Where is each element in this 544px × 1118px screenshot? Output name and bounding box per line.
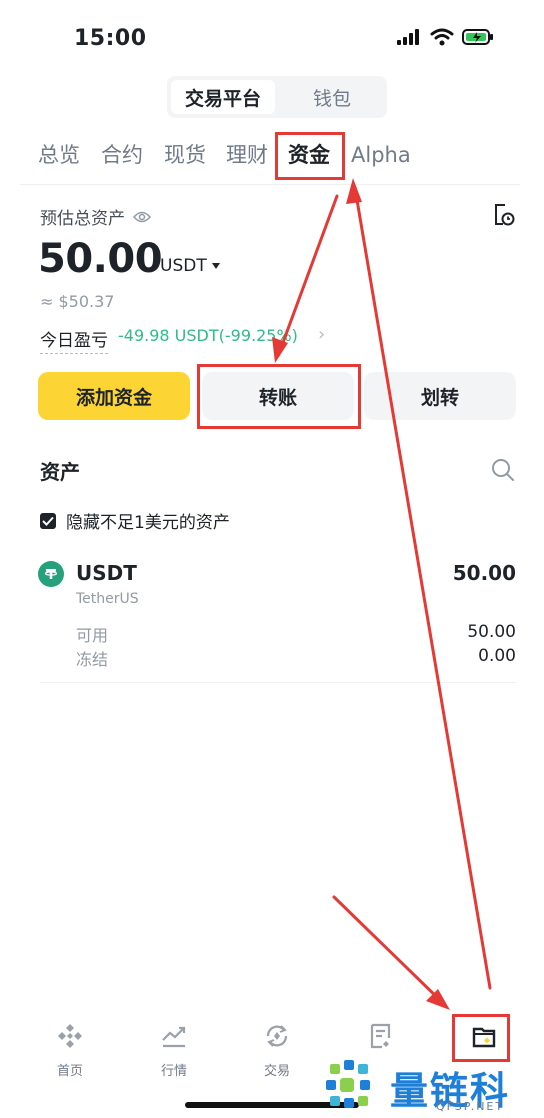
watermark-logo-icon [326, 1060, 370, 1108]
annotation-arrows [272, 178, 492, 1010]
arrow-to-transfer [276, 194, 339, 358]
arrow-to-wallet-nav [332, 895, 446, 1006]
watermark-sub: QFSP.NET [436, 1100, 505, 1113]
arrowhead-wallet-nav [426, 989, 450, 1010]
arrow-to-funding-tab [353, 186, 492, 990]
arrowhead-funding-tab [346, 178, 362, 204]
arrowhead-transfer [272, 337, 288, 363]
